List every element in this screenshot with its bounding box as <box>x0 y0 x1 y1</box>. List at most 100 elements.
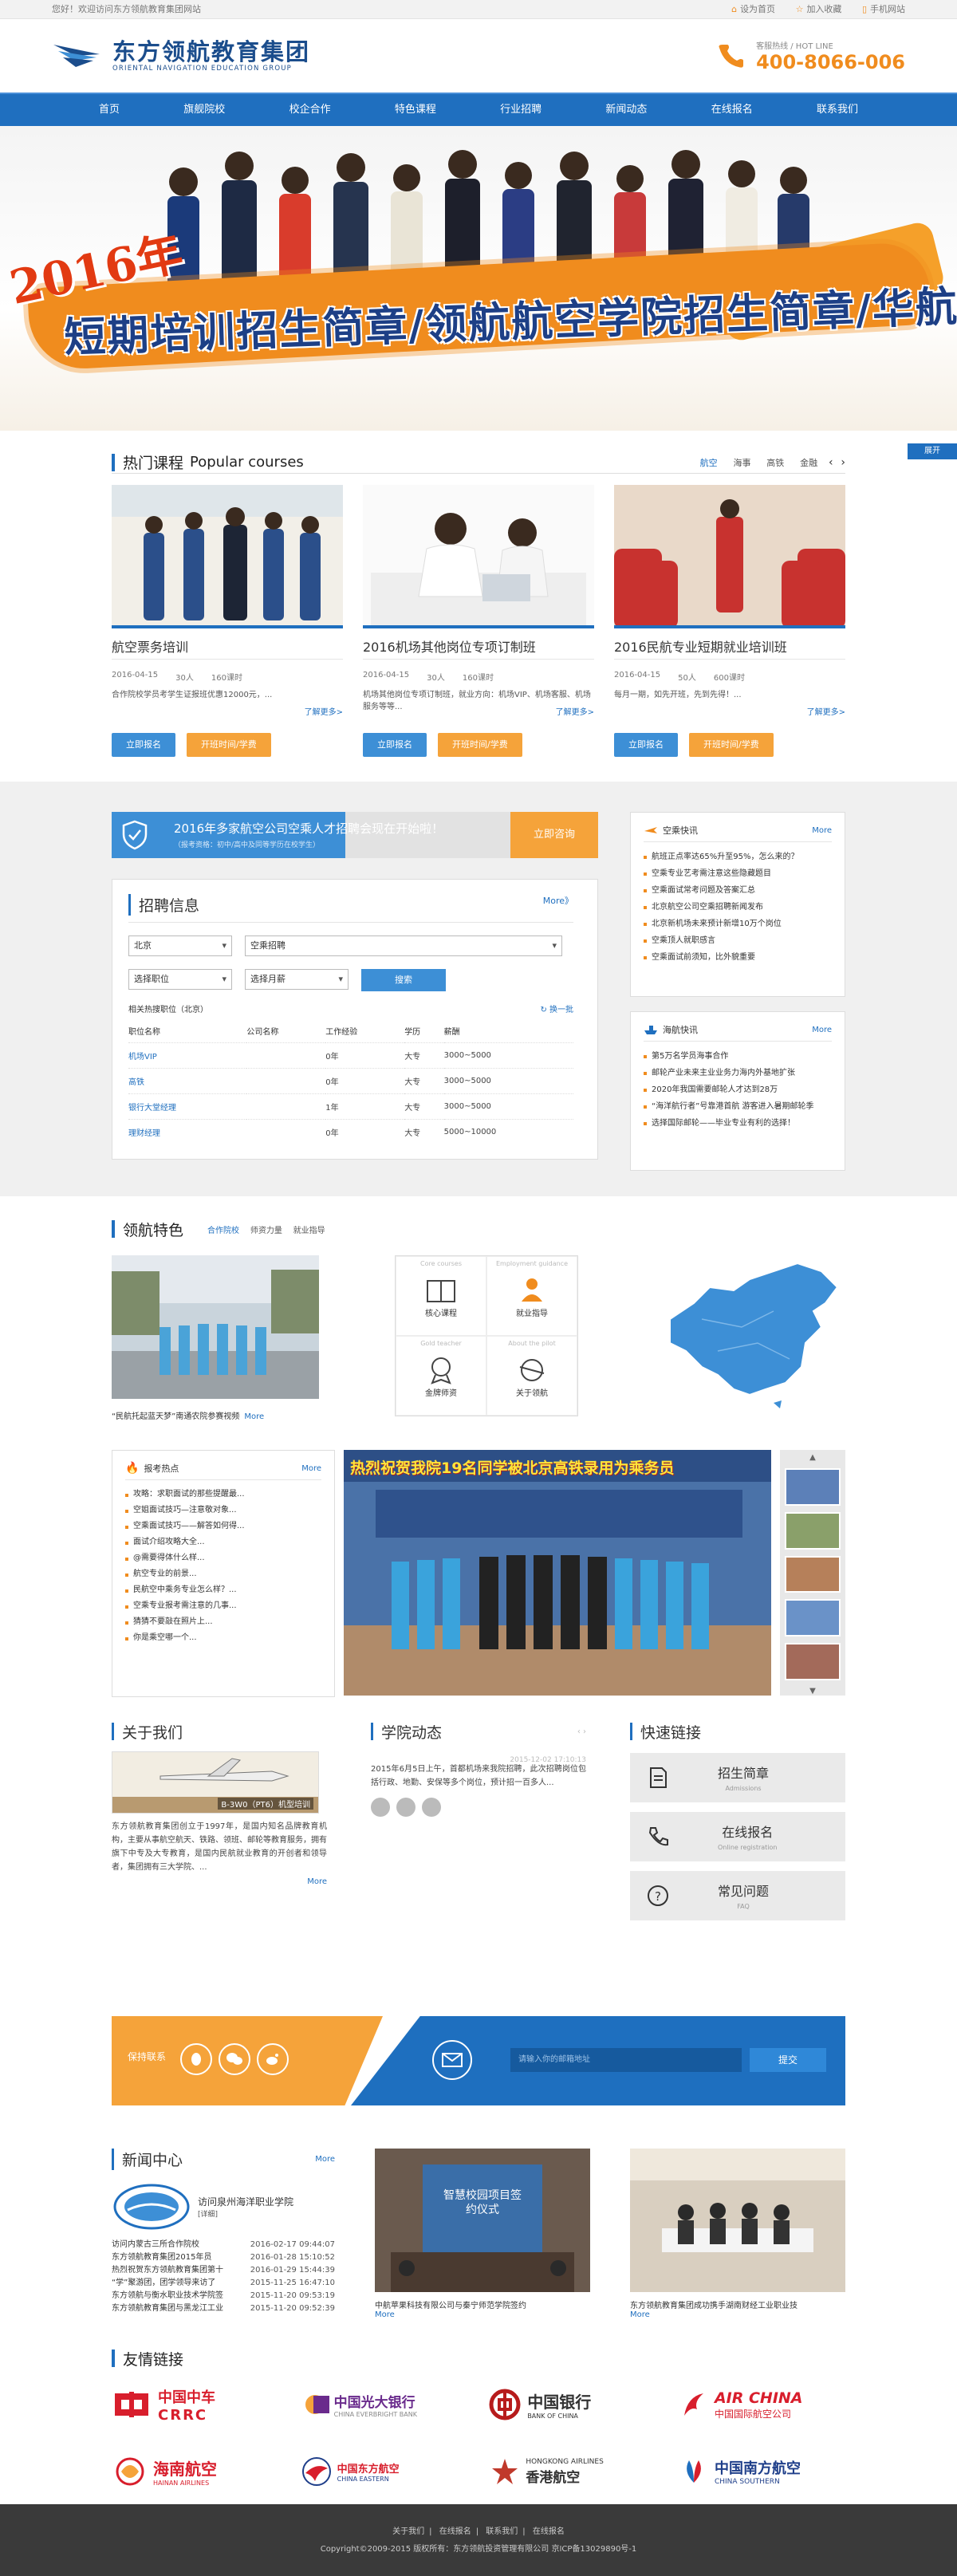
course-title[interactable]: 2016民航专业短期就业培训班 <box>614 636 845 660</box>
online-registration-link[interactable]: 在线报名 Online registration <box>630 1812 845 1861</box>
list-item[interactable]: 攻略：求职面试的那些提醒最... <box>125 1487 321 1503</box>
table-row[interactable]: 银行大堂经理 1年 大专 3000~5000 <box>128 1093 573 1120</box>
nav-home[interactable]: 首页 <box>80 94 139 126</box>
sea-news-more[interactable]: More <box>812 1026 832 1034</box>
news-image-more[interactable]: More <box>375 2310 590 2319</box>
list-item[interactable]: 2020年我国需要邮轮人才达到28万 <box>644 1081 832 1098</box>
tab-finance[interactable]: 金融 <box>800 458 817 468</box>
news-image-caption[interactable]: 东方领航教育集团成功携手湖南财经工业职业技 <box>630 2298 845 2310</box>
gold-teacher-tile[interactable]: Gold teacher 金牌师资 <box>396 1336 486 1416</box>
hot-more[interactable]: More <box>301 1464 321 1473</box>
footer-signup-link[interactable]: 在线报名 <box>439 2527 471 2536</box>
tab-railway[interactable]: 高铁 <box>766 458 784 468</box>
slide-thumb[interactable] <box>785 1643 841 1680</box>
list-item[interactable]: 航空专业的前景... <box>125 1566 321 1582</box>
list-item[interactable]: 第5万名学员海事合作 <box>644 1048 832 1065</box>
slide-thumb[interactable] <box>785 1599 841 1637</box>
footer-signup-link-2[interactable]: 在线报名 <box>533 2527 565 2536</box>
job-more-link[interactable]: More》 <box>543 894 573 916</box>
china-southern-logo[interactable]: 中国南方航空 CHINA SOUTHERN <box>678 2447 845 2496</box>
list-item[interactable]: 北京新机场未来预计新增10万个岗位 <box>644 916 832 932</box>
list-item[interactable]: 民航空中乘务专业怎么样？... <box>125 1582 321 1598</box>
video-more[interactable]: More <box>244 1412 264 1421</box>
video-thumbnail[interactable] <box>112 1255 319 1399</box>
employment-guidance-tile[interactable]: Employment guidance 就业指导 <box>486 1256 577 1336</box>
tab-employment[interactable]: 就业指导 <box>293 1227 325 1235</box>
like-icon[interactable] <box>396 1798 415 1817</box>
next-arrow-icon[interactable]: › <box>841 456 845 469</box>
news-image[interactable] <box>630 2149 845 2292</box>
course-title[interactable]: 2016机场其他岗位专项订制班 <box>363 636 594 660</box>
news-image-caption[interactable]: 中航苹果科技有限公司与秦宁师范学院签约 <box>375 2298 590 2310</box>
table-row[interactable]: 理财经理 0年 大专 5000~10000 <box>128 1119 573 1144</box>
consult-now-button[interactable]: 立即咨询 <box>510 812 598 858</box>
signup-button[interactable]: 立即报名 <box>112 733 175 757</box>
list-item[interactable]: “学”聚游团，团学领导来访了 2015-11-25 16:47:10 <box>112 2277 335 2290</box>
job-type-select[interactable]: 空乘招聘 <box>245 935 562 956</box>
nav-online-signup[interactable]: 在线报名 <box>692 94 772 126</box>
schedule-fee-button[interactable]: 开班时间/学费 <box>187 733 271 757</box>
course-image[interactable] <box>614 485 845 628</box>
mobile-site-link[interactable]: ▯ 手机网站 <box>862 4 905 14</box>
list-item[interactable]: 空乘面试常考问题及答案汇总 <box>644 882 832 899</box>
slide-thumb[interactable] <box>785 1555 841 1593</box>
nav-school-enterprise[interactable]: 校企合作 <box>270 94 350 126</box>
list-item[interactable]: 空乘专业艺考需注意这些隐藏题目 <box>644 865 832 882</box>
hongkong-airlines-logo[interactable]: HONGKONG AIRLINES 香港航空 <box>489 2447 656 2496</box>
news-image-more[interactable]: More <box>630 2310 845 2319</box>
list-item[interactable]: 面试介绍攻略大全... <box>125 1534 321 1550</box>
course-title[interactable]: 航空票务培训 <box>112 636 343 660</box>
list-item[interactable]: 邮轮产业未来主业业务力海内外基地扩张 <box>644 1065 832 1081</box>
schedule-fee-button[interactable]: 开班时间/学费 <box>438 733 522 757</box>
list-item[interactable]: 东方领航与衡水职业技术学院签 2015-11-20 09:53:19 <box>112 2290 335 2302</box>
hainan-airlines-logo[interactable]: 海南航空 HAINAN AIRLINES <box>112 2447 279 2496</box>
email-input[interactable]: 请输入你的邮箱地址 <box>510 2048 742 2072</box>
submit-button[interactable]: 提交 <box>750 2048 826 2072</box>
list-item[interactable]: 东方领航教育集团2015年员 2016-01-28 15:10:52 <box>112 2251 335 2264</box>
everbright-bank-logo[interactable]: 中国光大银行 CHINA EVERBRIGHT BANK <box>301 2380 468 2429</box>
about-more[interactable]: More <box>112 1877 327 1886</box>
list-item[interactable]: 空乘顶人就职感言 <box>644 932 832 949</box>
signup-button[interactable]: 立即报名 <box>614 733 678 757</box>
list-item[interactable]: 访问内蒙古三所合作院校 2016-02-17 09:44:07 <box>112 2239 335 2251</box>
chevron-up-icon[interactable]: ▲ <box>809 1453 816 1462</box>
wechat-icon[interactable] <box>219 2043 250 2075</box>
tab-maritime[interactable]: 海事 <box>733 458 750 468</box>
slide-thumb[interactable] <box>785 1511 841 1550</box>
news-image[interactable]: 智慧校园项目签约仪式 <box>375 2149 590 2292</box>
tab-aviation[interactable]: 航空 <box>700 458 718 468</box>
slide-thumb[interactable] <box>785 1468 841 1506</box>
list-item[interactable]: “海洋航行者”号靠港首航 游客进入暑期邮轮季 <box>644 1098 832 1115</box>
air-news-more[interactable]: More <box>812 826 832 835</box>
position-select[interactable]: 选择职位 <box>128 969 232 990</box>
about-image[interactable]: B-3W0（PT6）机型培训 <box>112 1751 319 1814</box>
list-item[interactable]: 空乘专业报考需注意的几事... <box>125 1598 321 1614</box>
crrc-logo[interactable]: 中国中车 CRRC <box>112 2380 279 2429</box>
signup-button[interactable]: 立即报名 <box>363 733 427 757</box>
featured-news-title[interactable]: 访问泉州海洋职业学院 <box>198 2195 293 2208</box>
admissions-link[interactable]: 招生简章 Admissions <box>630 1753 845 1802</box>
weibo-icon[interactable] <box>257 2043 289 2075</box>
prev-arrow-icon[interactable]: ‹ <box>829 456 833 469</box>
china-eastern-logo[interactable]: 中国东方航空 CHINA EASTERN <box>301 2447 468 2496</box>
list-item[interactable]: 你是乘空哪一个... <box>125 1630 321 1646</box>
school-emblem-icon[interactable] <box>112 2183 191 2231</box>
hero-banner[interactable]: 2016年 短期培训招生简章/领航航空学院招生简章/华航招生简章 <box>0 126 957 431</box>
next-arrow-icon[interactable]: › <box>583 1727 586 1736</box>
recruitment-notice-banner[interactable]: 2016年多家航空公司空乘人才招聘会现在开始啦！ （报考资格：初中/高中及同等学… <box>112 812 598 858</box>
comment-icon[interactable] <box>422 1798 441 1817</box>
list-item[interactable]: 空姐面试技巧—注意敬对象... <box>125 1503 321 1518</box>
chevron-down-icon[interactable]: ▼ <box>809 1687 816 1696</box>
table-row[interactable]: 机场VIP 0年 大专 3000~5000 <box>128 1042 573 1069</box>
list-item[interactable]: 航班正点率达65%升至95%，怎么来的？ <box>644 849 832 865</box>
search-button[interactable]: 搜索 <box>361 969 446 991</box>
table-row[interactable]: 高铁 0年 大专 3000~5000 <box>128 1068 573 1094</box>
china-map-icon[interactable] <box>654 1255 845 1416</box>
course-more-link[interactable]: 了解更多> <box>614 705 845 717</box>
salary-select[interactable]: 选择月薪 <box>245 969 349 990</box>
tab-faculty[interactable]: 师资力量 <box>250 1227 282 1235</box>
footer-about-link[interactable]: 关于我们 <box>392 2527 424 2536</box>
news-slideshow[interactable]: 热烈祝贺我院19名同学被北京高铁录用为乘务员 <box>344 1450 771 1696</box>
about-pilot-tile[interactable]: About the pilot 关于领航 <box>486 1336 577 1416</box>
list-item[interactable]: 东方领航教育集团与黑龙江工业 2015-11-20 09:52:39 <box>112 2302 335 2315</box>
